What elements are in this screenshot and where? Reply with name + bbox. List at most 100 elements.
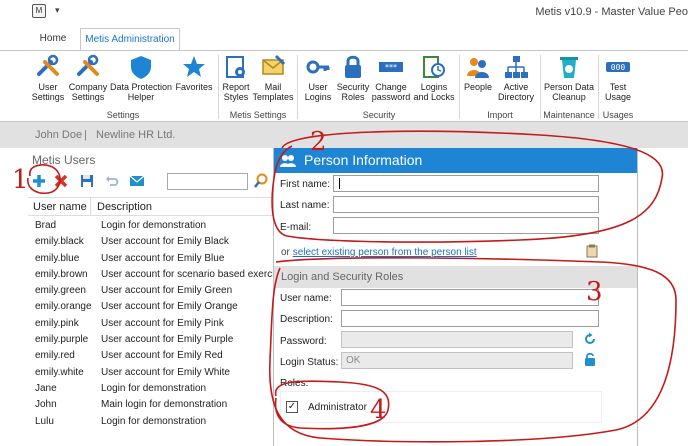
user-name-cell: Brad (35, 220, 57, 231)
user-name-cell: emily.green (35, 285, 86, 297)
table-row[interactable]: emily.green User account for Emily Green (28, 283, 276, 299)
username-label: User name: (280, 293, 332, 304)
window-title: Metis v10.9 - Master Value Peo (535, 6, 688, 18)
ribbon-label: Settings (31, 92, 65, 102)
user-name-cell: emily.white (35, 366, 84, 378)
current-user-strip: John Doe | Newline HR Ltd. (0, 122, 688, 148)
group-label-maintenance: Maintenance (543, 110, 595, 120)
table-row[interactable]: emily.brown User account for scenario bas… (28, 267, 276, 283)
administrator-role-checkbox[interactable]: ✓ (286, 401, 298, 413)
group-label-import: Import (487, 110, 513, 120)
tab-home[interactable]: Home (30, 28, 76, 50)
ribbon-label: Person Data (543, 82, 595, 92)
tab-metis-administration[interactable]: Metis Administration (80, 28, 180, 50)
add-user-button[interactable] (30, 172, 48, 190)
panel-title: Metis Users (32, 153, 96, 167)
tools-icon (77, 54, 99, 76)
people-button[interactable]: People (461, 54, 495, 106)
table-row[interactable]: emily.black User account for Emily Black (28, 234, 276, 250)
undo-icon[interactable] (103, 172, 121, 190)
ribbon: User Settings Company Settings Data Prot… (0, 50, 688, 122)
ribbon-label: Usage (604, 92, 631, 102)
ribbon-label: Roles (341, 92, 365, 102)
report-gear-icon (226, 56, 245, 78)
security-roles-button[interactable]: Security Roles (336, 54, 370, 106)
users-grid-body: Brad Login for demonstration emily.black U… (28, 218, 276, 430)
login-security-section-header: Login and Security Roles (274, 266, 637, 288)
first-name-input[interactable] (333, 175, 599, 192)
user-settings-button[interactable]: User Settings (28, 54, 68, 106)
table-row[interactable]: Lulu Login for demonstration (28, 414, 276, 430)
directory-icon (505, 56, 528, 78)
table-row[interactable]: emily.orange User account for Emily Orang… (28, 299, 276, 315)
change-password-button[interactable]: *** Change password (370, 54, 412, 106)
svg-text:000: 000 (611, 63, 626, 72)
user-name-cell: emily.purple (35, 334, 89, 346)
reset-password-icon[interactable] (583, 332, 597, 346)
company-settings-button[interactable]: Company Settings (68, 54, 108, 106)
password-input (341, 331, 573, 348)
dialog-title: Person Information (304, 152, 423, 168)
user-name-cell: emily.pink (35, 317, 79, 329)
key-icon (306, 60, 330, 74)
logins-and-locks-button[interactable]: Logins and Locks (412, 54, 456, 106)
select-existing-person-link[interactable]: select existing person from the person l… (293, 247, 477, 258)
select-person-line: or select existing person from the perso… (281, 247, 477, 258)
ribbon-label: Report (222, 82, 250, 92)
users-grid-header: User name Description (28, 197, 276, 216)
description-input[interactable] (341, 310, 599, 327)
group-separator (218, 55, 219, 119)
bin-icon (560, 57, 578, 78)
save-icon[interactable] (78, 172, 96, 190)
search-icon[interactable] (252, 172, 270, 190)
person-data-cleanup-button[interactable]: Person Data Cleanup (542, 54, 596, 106)
ribbon-label: Logins (420, 82, 448, 92)
username-input[interactable] (341, 289, 599, 306)
table-row[interactable]: Jane Login for demonstration (28, 381, 276, 397)
table-row[interactable]: emily.blue User account for Emily Blue (28, 251, 276, 267)
clock-log-icon (423, 56, 445, 78)
current-company-name: Newline HR Ltd. (96, 129, 176, 141)
lock-icon[interactable] (584, 352, 596, 366)
current-user-name: John Doe (35, 129, 83, 141)
table-row[interactable]: emily.purple User account for Emily Purpl… (28, 332, 276, 348)
group-label-metis-settings: Metis Settings (229, 110, 287, 120)
active-directory-button[interactable]: Active Directory (495, 54, 537, 106)
report-styles-button[interactable]: Report Styles (220, 54, 252, 106)
section-title: Login and Security Roles (281, 271, 404, 283)
user-logins-button[interactable]: User Logins (300, 54, 336, 106)
description-cell: Login for demonstration (101, 415, 207, 427)
password-icon: *** (379, 62, 403, 72)
description-cell: User account for Emily Orange (101, 301, 238, 313)
column-header-description[interactable]: Description (97, 201, 152, 213)
data-protection-helper-button[interactable]: Data Protection Helper (108, 54, 174, 106)
delete-user-button[interactable] (52, 172, 70, 190)
ribbon-label: Templates (252, 92, 294, 102)
shield-icon (131, 56, 151, 79)
table-row[interactable]: John Main login for demonstration (28, 397, 276, 413)
description-cell: User account for Emily Purple (101, 334, 234, 346)
user-name-cell: John (35, 399, 57, 411)
description-cell: User account for Emily Green (101, 285, 233, 297)
last-name-input[interactable] (333, 196, 599, 213)
ribbon-label: Settings (71, 92, 105, 102)
ribbon-label: Directory (497, 92, 534, 102)
mail-templates-button[interactable]: Mail Templates (252, 54, 294, 106)
users-search-input[interactable] (167, 173, 248, 190)
email-icon[interactable] (128, 172, 146, 190)
description-cell: Login for demonstration (101, 382, 207, 394)
table-row[interactable]: Brad Login for demonstration (28, 218, 276, 234)
mail-template-icon (262, 54, 286, 75)
ribbon-label: User (38, 82, 58, 92)
app-logo-icon[interactable]: M (32, 4, 46, 18)
table-row[interactable]: emily.pink User account for Emily Pink (28, 316, 276, 332)
test-usage-button[interactable]: 000 Test Usage (600, 54, 636, 106)
table-row[interactable]: emily.white User account for Emily White (28, 365, 276, 381)
clipboard-icon[interactable] (586, 244, 598, 258)
table-row[interactable]: emily.red User account for Emily Red (28, 348, 276, 364)
email-input[interactable] (333, 217, 599, 234)
favorites-button[interactable]: Favorites (174, 54, 214, 106)
ribbon-label: User (308, 82, 328, 92)
column-header-user-name[interactable]: User name (33, 201, 87, 213)
quick-access-dropdown-icon[interactable]: ▾ (55, 5, 60, 16)
